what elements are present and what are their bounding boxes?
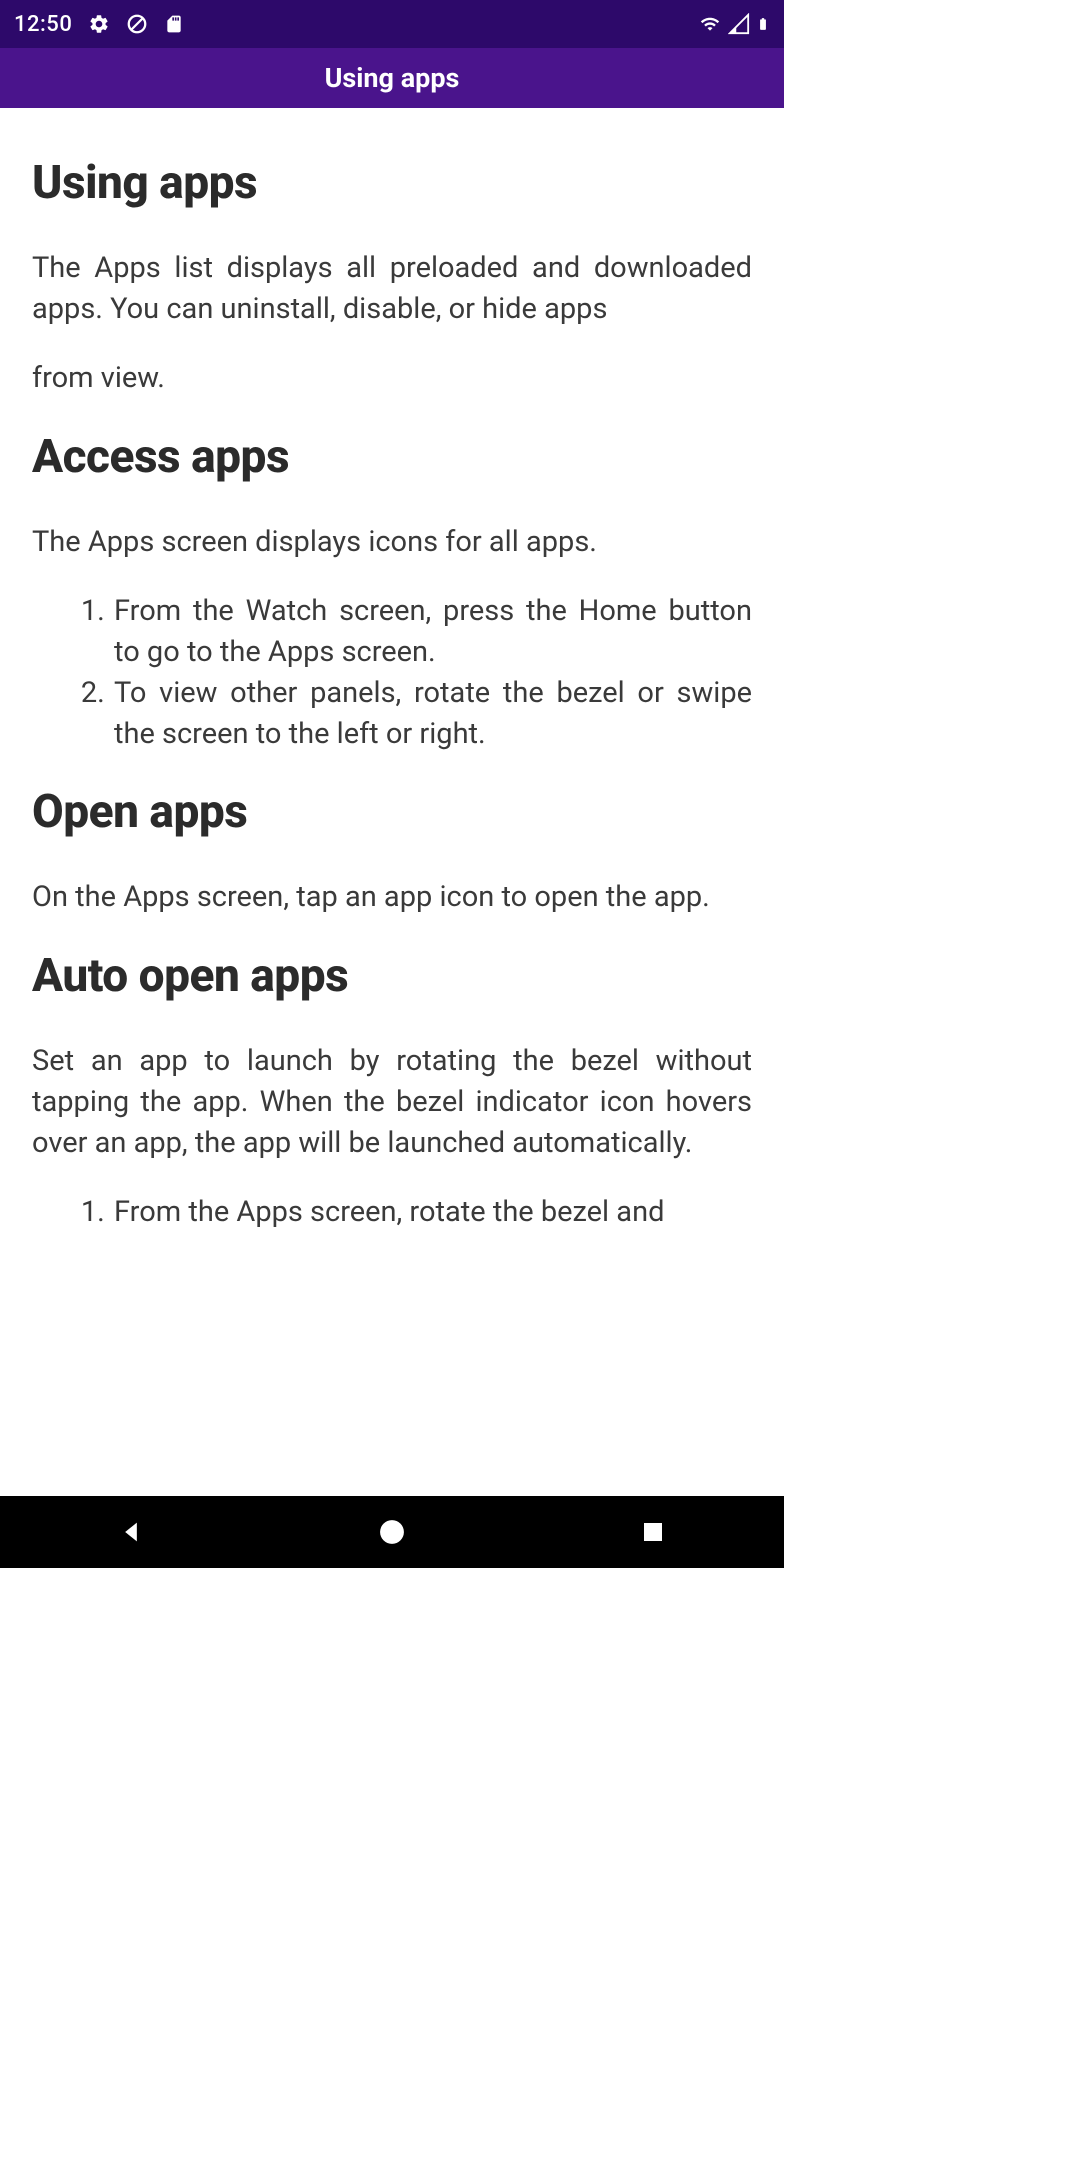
signal-icon (728, 13, 750, 35)
navigation-bar (0, 1496, 784, 1568)
battery-icon (756, 12, 770, 36)
heading-open-apps: Open apps (32, 785, 752, 839)
status-bar: 12:50 (0, 0, 784, 48)
wifi-icon (698, 14, 722, 34)
status-time: 12:50 (14, 12, 72, 37)
paragraph-text: The Apps screen displays icons for all a… (32, 522, 752, 563)
app-bar-title: Using apps (325, 62, 460, 94)
status-right (698, 12, 770, 36)
content-area[interactable]: Using apps The Apps list displays all pr… (0, 108, 784, 1496)
list-item: From the Apps screen, rotate the bezel a… (112, 1192, 752, 1233)
ordered-list: From the Apps screen, rotate the bezel a… (32, 1192, 752, 1233)
ordered-list: From the Watch screen, press the Home bu… (32, 591, 752, 756)
paragraph-text: On the Apps screen, tap an app icon to o… (32, 877, 752, 918)
circle-slash-icon (126, 13, 148, 35)
heading-access-apps: Access apps (32, 430, 752, 484)
heading-using-apps: Using apps (32, 156, 752, 210)
app-bar: Using apps (0, 48, 784, 108)
recent-button[interactable] (563, 1496, 743, 1568)
paragraph-text: The Apps list displays all preloaded and… (32, 248, 752, 330)
back-button[interactable] (41, 1496, 221, 1568)
heading-auto-open-apps: Auto open apps (32, 949, 752, 1003)
paragraph-text: from view. (32, 358, 752, 399)
gear-icon (88, 13, 110, 35)
list-item: To view other panels, rotate the bezel o… (112, 673, 752, 755)
paragraph-text: Set an app to launch by rotating the bez… (32, 1041, 752, 1165)
list-item: From the Watch screen, press the Home bu… (112, 591, 752, 673)
home-button[interactable] (302, 1496, 482, 1568)
sd-card-icon (164, 13, 184, 35)
status-left: 12:50 (14, 12, 184, 37)
